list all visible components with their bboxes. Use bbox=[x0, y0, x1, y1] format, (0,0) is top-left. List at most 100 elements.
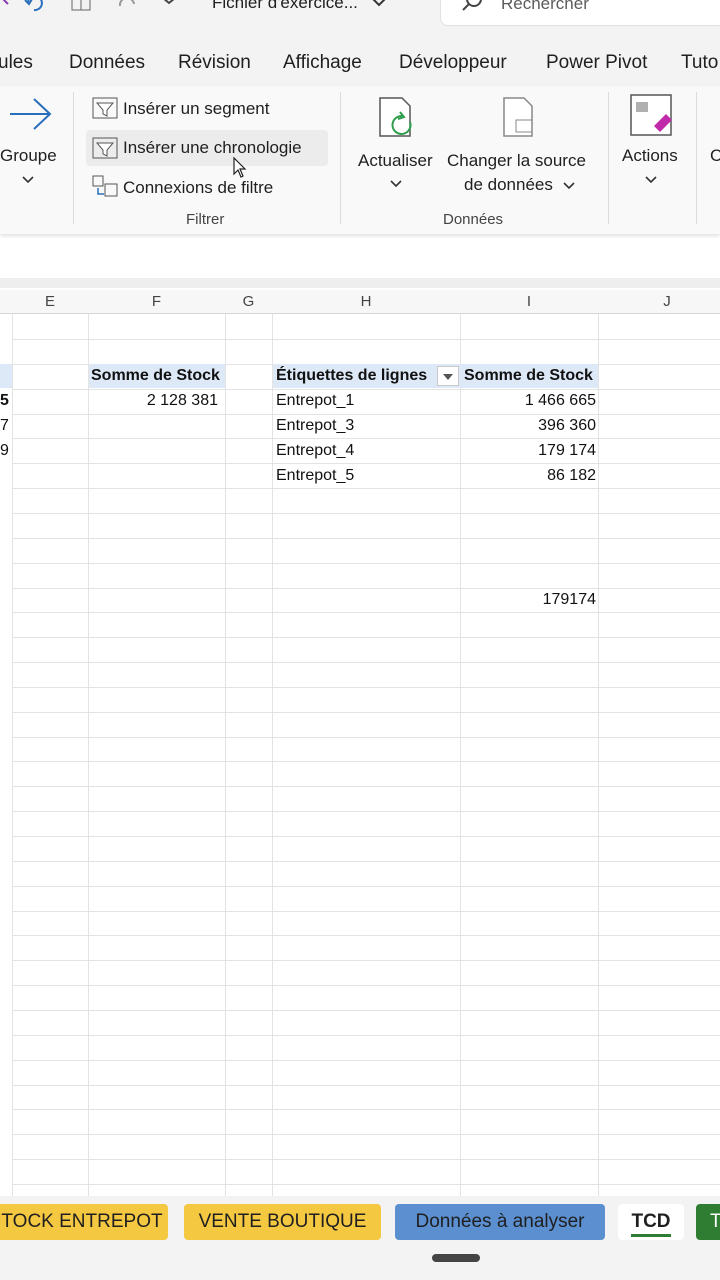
row-gridline bbox=[12, 687, 720, 688]
row-gridline bbox=[12, 414, 720, 415]
spreadsheet-grid[interactable]: E F G H I J 5 7 9 Somme de Stock 2 128 3… bbox=[0, 290, 720, 1196]
column-header-g[interactable]: G bbox=[225, 290, 272, 314]
pivot-total-value[interactable]: 2 128 381 bbox=[88, 389, 218, 413]
actions-button[interactable]: Actions bbox=[622, 146, 678, 166]
partial-ribbon-label[interactable]: C bbox=[710, 146, 720, 166]
search-input[interactable]: Rechercher bbox=[440, 0, 720, 26]
pivot-filter-dropdown[interactable] bbox=[437, 366, 459, 386]
row-gridline bbox=[12, 488, 720, 489]
title-bar: Fichier d'exercice... Rechercher bbox=[0, 0, 720, 28]
divider bbox=[0, 278, 720, 288]
refresh-icon bbox=[379, 97, 412, 137]
tab-tutorial[interactable]: Tuto bbox=[681, 52, 718, 74]
groupe-button[interactable]: Groupe bbox=[0, 146, 57, 166]
file-title[interactable]: Fichier d'exercice... bbox=[212, 0, 358, 13]
row-gridline bbox=[12, 811, 720, 812]
actions-icon bbox=[630, 94, 672, 136]
filter-connections-button[interactable]: Connexions de filtre bbox=[123, 178, 273, 198]
pivot-row-label[interactable]: Entrepot_4 bbox=[276, 439, 354, 463]
home-indicator-area bbox=[0, 1246, 720, 1280]
filter-connections-icon bbox=[92, 175, 118, 197]
column-header-j[interactable]: J bbox=[598, 290, 720, 314]
ribbon: Groupe Insérer un segment Insérer une ch… bbox=[0, 86, 720, 234]
row-gridline bbox=[12, 513, 720, 514]
pivot-row-value[interactable]: 1 466 665 bbox=[460, 389, 596, 413]
chevron-down-icon[interactable] bbox=[645, 176, 657, 184]
insert-timeline-button[interactable]: Insérer une chronologie bbox=[123, 138, 302, 158]
sheet-tab-partial[interactable]: T bbox=[696, 1204, 720, 1240]
tab-donnees[interactable]: Données bbox=[69, 52, 145, 74]
tab-revision[interactable]: Révision bbox=[178, 52, 251, 74]
column-header-e[interactable]: E bbox=[12, 290, 88, 314]
chevron-down-icon[interactable] bbox=[563, 182, 575, 190]
sheet-tab-tcd[interactable]: TCD bbox=[618, 1204, 684, 1240]
column-header-i[interactable]: I bbox=[460, 290, 598, 314]
row-gridline bbox=[12, 786, 720, 787]
row-gridline bbox=[12, 463, 720, 464]
change-source-icon bbox=[503, 97, 533, 137]
row-gridline bbox=[12, 761, 720, 762]
row-gridline bbox=[12, 985, 720, 986]
pivot-row-value[interactable]: 86 182 bbox=[460, 464, 596, 488]
pivot-row-labels-header[interactable]: Étiquettes de lignes bbox=[276, 364, 427, 388]
layout-icon[interactable] bbox=[70, 0, 92, 14]
change-source-button[interactable]: Changer la source bbox=[447, 151, 586, 171]
ribbon-tabs: ules Données Révision Affichage Développ… bbox=[0, 28, 720, 86]
pivot-row-label[interactable]: Entrepot_3 bbox=[276, 414, 354, 438]
arrow-right-icon bbox=[10, 98, 52, 130]
pivot-row-value[interactable]: 179 174 bbox=[460, 439, 596, 463]
sheet-tab-vente-boutique[interactable]: VENTE BOUTIQUE bbox=[184, 1204, 381, 1240]
edit-icon[interactable] bbox=[0, 0, 22, 14]
tab-power-pivot[interactable]: Power Pivot bbox=[546, 52, 647, 74]
row-gridline bbox=[12, 538, 720, 539]
row-gridline bbox=[12, 1184, 720, 1185]
column-header-h[interactable]: H bbox=[272, 290, 460, 314]
row-gridline bbox=[12, 588, 720, 589]
divider bbox=[696, 92, 697, 224]
divider bbox=[608, 92, 609, 224]
timeline-icon bbox=[92, 137, 118, 159]
row-gridline bbox=[12, 836, 720, 837]
dropdown-arrow-icon bbox=[443, 374, 453, 380]
chevron-down-icon[interactable] bbox=[390, 180, 402, 188]
divider bbox=[340, 92, 341, 224]
pivot-row-label[interactable]: Entrepot_1 bbox=[276, 389, 354, 413]
tab-formules[interactable]: ules bbox=[0, 52, 33, 74]
row-gridline bbox=[12, 438, 720, 439]
pivot-row-label[interactable]: Entrepot_5 bbox=[276, 464, 354, 488]
row-gridline bbox=[12, 637, 720, 638]
cursor-icon bbox=[233, 156, 247, 178]
change-source-line2[interactable]: de données bbox=[464, 175, 553, 195]
sheet-tab-tcd-label: TCD bbox=[631, 1211, 671, 1237]
pivot-header-partial bbox=[0, 364, 12, 388]
refresh-button[interactable]: Actualiser bbox=[358, 151, 433, 171]
row-gridline bbox=[12, 339, 720, 340]
lookup-result-cell[interactable]: 179174 bbox=[460, 588, 596, 612]
redo-icon[interactable] bbox=[116, 0, 138, 14]
sheet-tab-donnees-a-analyser[interactable]: Données à analyser bbox=[395, 1204, 605, 1240]
pivot-total-header[interactable]: Somme de Stock bbox=[91, 364, 220, 388]
tab-developpeur[interactable]: Développeur bbox=[399, 52, 507, 74]
pivot-row-value[interactable]: 396 360 bbox=[460, 414, 596, 438]
row-gridline bbox=[12, 1134, 720, 1135]
partial-value[interactable]: 9 bbox=[0, 439, 9, 463]
column-header-f[interactable]: F bbox=[88, 290, 225, 314]
partial-value[interactable]: 7 bbox=[0, 414, 9, 438]
chevron-down-icon[interactable] bbox=[372, 0, 386, 8]
insert-slicer-button[interactable]: Insérer un segment bbox=[123, 99, 269, 119]
row-gridline bbox=[12, 563, 720, 564]
pivot-values-header[interactable]: Somme de Stock bbox=[464, 364, 593, 388]
column-header-partial[interactable] bbox=[0, 290, 12, 314]
row-gridline bbox=[12, 612, 720, 613]
partial-value[interactable]: 5 bbox=[0, 389, 9, 413]
qat-more-icon[interactable] bbox=[158, 0, 180, 14]
home-indicator[interactable] bbox=[432, 1254, 480, 1262]
tab-affichage[interactable]: Affichage bbox=[283, 52, 362, 74]
row-gridline bbox=[12, 1109, 720, 1110]
chevron-down-icon[interactable] bbox=[22, 176, 34, 184]
sheet-tab-stock-entrepot[interactable]: TOCK ENTREPOT bbox=[0, 1204, 168, 1240]
row-gridline bbox=[12, 1060, 720, 1061]
search-icon bbox=[462, 0, 482, 11]
undo-icon[interactable] bbox=[24, 0, 46, 14]
search-placeholder: Rechercher bbox=[501, 0, 589, 13]
